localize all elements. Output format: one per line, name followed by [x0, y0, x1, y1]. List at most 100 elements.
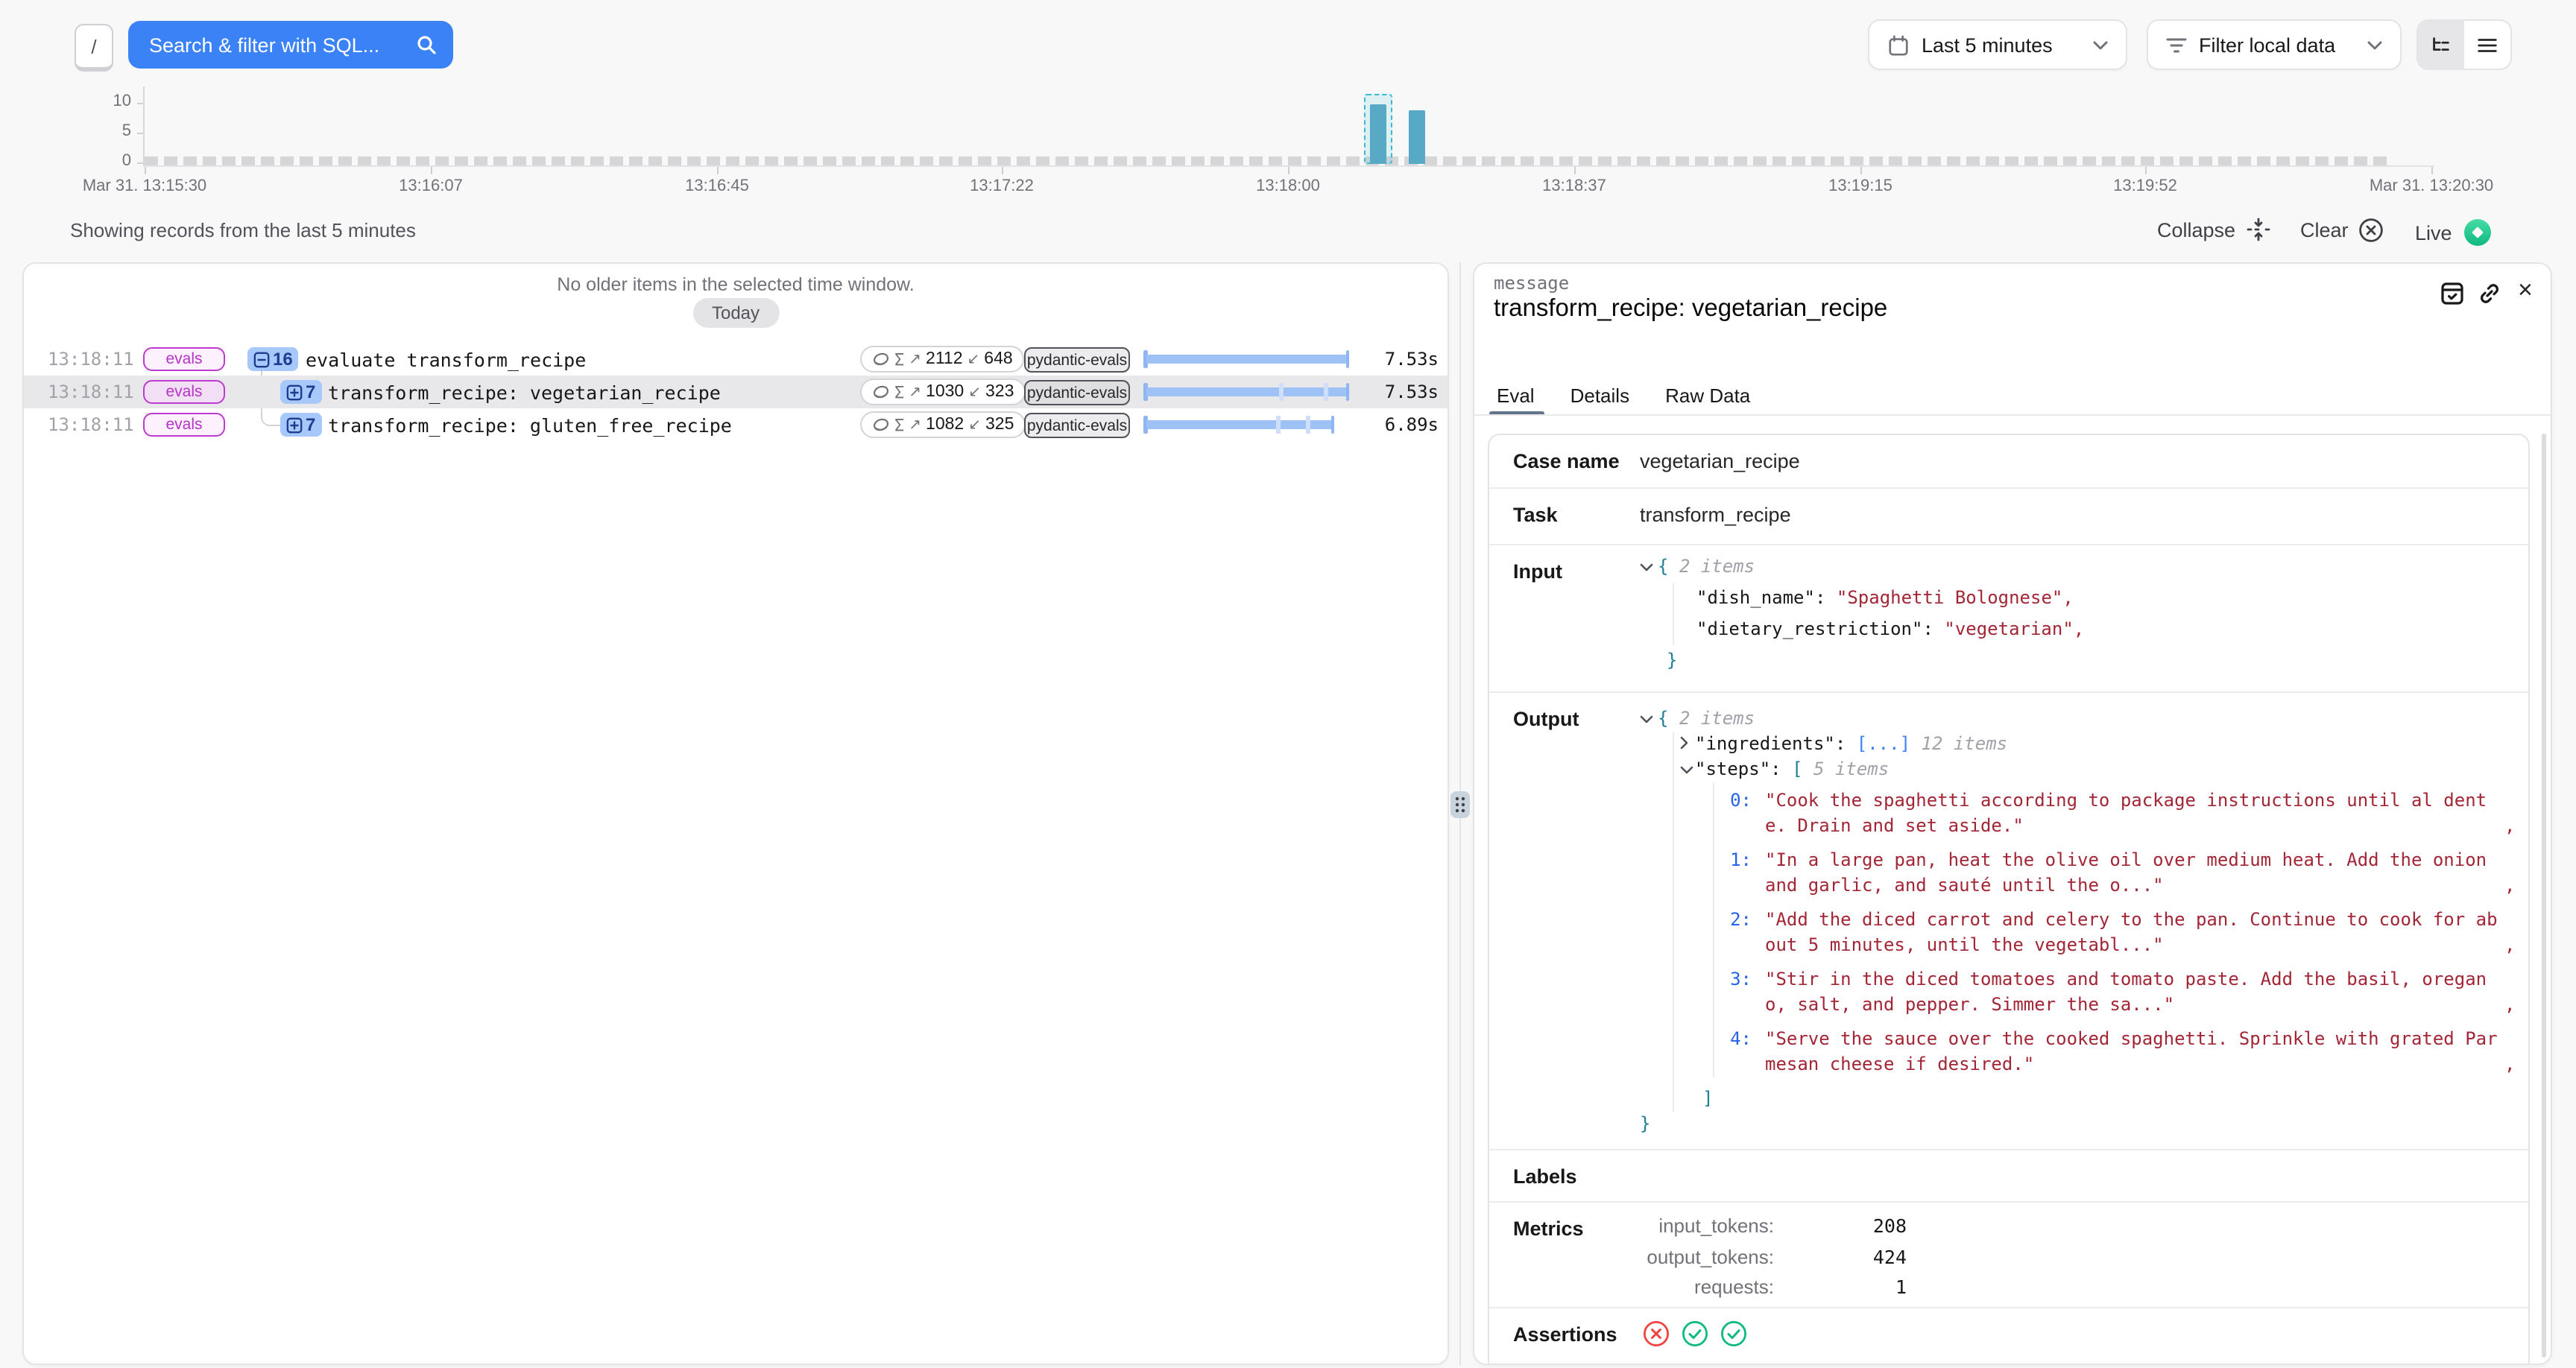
labels-row: Labels [1489, 1150, 2528, 1203]
service-tag-label: pydantic-evals [1027, 417, 1127, 434]
service-tag[interactable]: pydantic-evals [1024, 380, 1130, 405]
detail-scrollbar[interactable] [2542, 434, 2546, 1358]
coin-icon [872, 383, 890, 401]
output-label: Output [1513, 708, 1579, 730]
span-count: 7 [306, 414, 315, 435]
trace-time: 13:18:11 [48, 349, 134, 370]
collapse-label: Collapse [2157, 218, 2235, 241]
tabs-bottom-border [1474, 414, 2551, 416]
output-tokens-count: 325 [985, 416, 1014, 434]
trace-row[interactable]: 13:18:11 evals 16 evaluate transform_rec… [24, 343, 1448, 376]
close-panel-button[interactable]: × [2518, 276, 2533, 305]
comma: , [2062, 587, 2073, 608]
duration-text: 7.53s [1349, 381, 1439, 402]
steps-close-line: ] [1674, 1086, 2507, 1112]
clear-circle-x-icon [2359, 218, 2384, 243]
x-tick-label: Mar 31. 13:15:30 [83, 177, 206, 195]
brace-open: { [1658, 556, 1668, 577]
steps-array-block: 0: "Cook the spaghetti according to pack… [1713, 782, 2507, 1077]
trace-name: evaluate transform_recipe [306, 349, 586, 371]
screen: / Search & filter with SQL... Last 5 min… [0, 0, 2576, 1368]
clear-label: Clear [2300, 219, 2349, 241]
service-tag[interactable]: pydantic-evals [1024, 413, 1130, 438]
eval-detail-table: Case name vegetarian_recipe Task transfo… [1488, 434, 2530, 1365]
input-label: Input [1513, 560, 1562, 583]
histogram-bar[interactable] [1370, 104, 1386, 164]
input-tokens-count: 1030 [926, 383, 964, 401]
brace-open: { [1658, 708, 1668, 729]
clear-button[interactable]: Clear [2300, 218, 2384, 243]
trace-row-selected[interactable]: 13:18:11 evals 7 transform_recipe: veget… [24, 376, 1448, 408]
token-usage-pill: Σ ↗ 1030 ↙ 323 [860, 379, 1026, 405]
live-indicator-icon [2463, 218, 2493, 247]
assertion-pass-icon[interactable] [1720, 1320, 1747, 1347]
json-root-line[interactable]: { 2 items [1640, 706, 2507, 732]
x-tickmark [145, 167, 146, 174]
json-close-line: } [1640, 1112, 2507, 1137]
live-toggle[interactable]: Live [2415, 218, 2493, 247]
span-count-badge[interactable]: 16 [247, 347, 299, 371]
span-count-badge[interactable]: 7 [280, 413, 321, 437]
trace-time: 13:18:11 [48, 414, 134, 435]
json-root-line[interactable]: { 2 items [1640, 551, 2507, 583]
x-tick-label: 13:18:00 [1256, 177, 1320, 195]
task-row: Task transform_recipe [1489, 489, 2528, 545]
ingredients-collapsed-line[interactable]: "ingredients": [...] 12 items [1674, 732, 2507, 757]
pin-to-bottom-panel-button[interactable] [2440, 282, 2464, 313]
steps-expanded-line[interactable]: "steps": [ 5 items [1674, 757, 2507, 782]
json-block: "dish_name": "Spaghetti Bolognese", "die… [1673, 583, 2507, 645]
bracket-close: ] [1702, 1088, 1713, 1109]
sigma-icon: Σ [894, 415, 904, 434]
input-tokens-arrow-icon: ↗ [909, 351, 921, 367]
step-item: 1: "In a large pan, heat the olive oil o… [1714, 848, 2507, 899]
case-name-value: vegetarian_recipe [1640, 450, 1800, 472]
metric-value: 424 [1817, 1246, 1907, 1268]
json-key: "dish_name" [1696, 587, 1815, 608]
step-string: "Stir in the diced tomatoes and tomato p… [1765, 967, 2504, 1018]
records-timeline-chart[interactable]: 10 5 0 Mar 31. 13:15:30 13:16:07 13:16:4… [0, 0, 2576, 216]
json-block: "ingredients": [...] 12 items "steps": [… [1673, 732, 2507, 1112]
array-index: 2: [1714, 908, 1752, 958]
trace-tag-evals[interactable]: evals [143, 380, 225, 404]
task-label: Task [1513, 504, 1558, 526]
span-count-badge[interactable]: 7 [280, 380, 321, 404]
step-string: "Serve the sauce over the cooked spaghet… [1765, 1027, 2504, 1077]
trace-row[interactable]: 13:18:11 evals 7 transform_recipe: glute… [24, 408, 1448, 441]
x-tick-label: Mar 31. 13:20:30 [2370, 177, 2493, 195]
array-index: 3: [1714, 967, 1752, 1018]
items-count-note: 2 items [1679, 556, 1755, 577]
brace-close: } [1667, 650, 1677, 671]
link-icon [2478, 282, 2501, 305]
metric-value: 208 [1817, 1215, 1907, 1237]
x-tickmark [1860, 167, 1862, 174]
comma: , [2504, 788, 2515, 839]
assertion-fail-icon[interactable] [1643, 1320, 1670, 1347]
x-tick-label: 13:16:45 [685, 177, 749, 195]
collapse-button[interactable]: Collapse [2157, 218, 2270, 241]
chevron-down-icon [1680, 766, 1693, 775]
collapsed-array-preview: [...] [1857, 733, 1910, 754]
task-value: transform_recipe [1640, 504, 1791, 526]
day-chip[interactable]: Today [692, 298, 779, 328]
collapse-minus-icon [253, 351, 270, 367]
detail-title: transform_recipe: vegetarian_recipe [1494, 295, 1887, 323]
assertion-pass-icon[interactable] [1682, 1320, 1708, 1347]
histogram-bar[interactable] [1409, 110, 1425, 164]
input-tokens-count: 2112 [926, 350, 962, 368]
trace-tag-evals[interactable]: evals [143, 347, 225, 371]
x-tick-label: 13:18:37 [1542, 177, 1606, 195]
input-json-viewer: { 2 items "dish_name": "Spaghetti Bologn… [1640, 551, 2507, 677]
collapse-icon [2246, 218, 2270, 241]
trace-tag-evals[interactable]: evals [143, 413, 225, 437]
labels-label: Labels [1513, 1165, 1577, 1188]
input-tokens-count: 1082 [926, 416, 964, 434]
input-tokens-arrow-icon: ↗ [909, 384, 921, 400]
service-tag[interactable]: pydantic-evals [1024, 347, 1130, 373]
copy-link-button[interactable] [2478, 282, 2501, 313]
x-tick-label: 13:16:07 [399, 177, 463, 195]
colon: : [1770, 759, 1781, 779]
sigma-icon: Σ [894, 382, 904, 402]
output-tokens-arrow-icon: ↙ [968, 417, 981, 433]
array-index: 4: [1714, 1027, 1752, 1077]
panel-resize-handle[interactable] [1450, 791, 1470, 818]
